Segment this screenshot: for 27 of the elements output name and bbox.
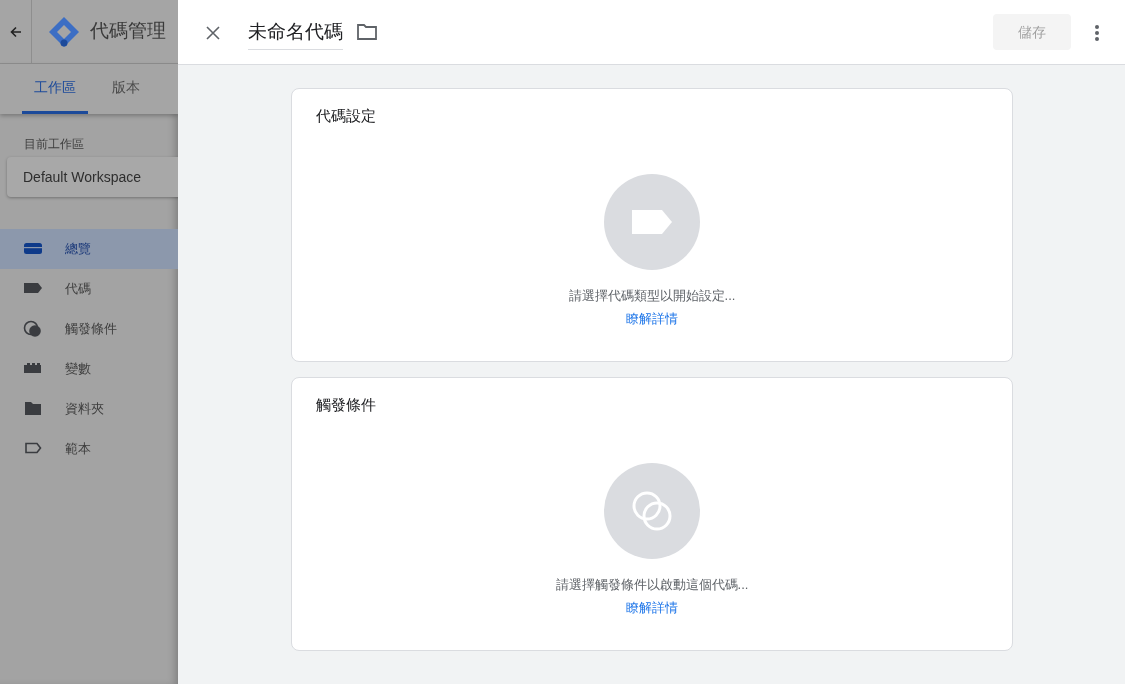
tag-name-field[interactable]: 未命名代碼: [248, 13, 343, 51]
learn-more-link[interactable]: 瞭解詳情: [626, 598, 678, 618]
prompt-text: 請選擇觸發條件以啟動這個代碼...: [555, 575, 749, 594]
folder-icon[interactable]: [357, 24, 377, 40]
close-icon: [206, 25, 220, 40]
prompt-text: 請選擇代碼類型以開始設定...: [568, 286, 736, 305]
nav-item[interactable]: 代碼: [0, 269, 178, 309]
learn-more-link[interactable]: 瞭解詳情: [626, 309, 678, 329]
nav-item[interactable]: 範本: [0, 429, 178, 469]
section-title: 觸發條件: [316, 395, 376, 415]
workspace-label: 目前工作區: [24, 136, 85, 153]
folder-icon: [23, 400, 43, 418]
app-title: 代碼管理: [90, 19, 166, 44]
back-arrow-icon: [9, 25, 22, 38]
section-title: 代碼設定: [316, 106, 376, 126]
more-vertical-icon: [1095, 24, 1099, 41]
nav-item[interactable]: 變數: [0, 349, 178, 389]
tag-icon: [632, 209, 672, 234]
nav-item[interactable]: 觸發條件: [0, 309, 178, 349]
nav-item[interactable]: 總覽: [0, 229, 178, 269]
workspace-selector[interactable]: Default Workspace: [7, 157, 178, 197]
tab[interactable]: 工作區: [22, 64, 88, 114]
tab[interactable]: 版本: [100, 64, 152, 114]
nav-item[interactable]: 資料夾: [0, 389, 178, 429]
overlapping-circles-icon: [23, 320, 43, 338]
overlapping-circles-icon: [631, 489, 673, 532]
diamond-logo-icon: [48, 15, 80, 48]
